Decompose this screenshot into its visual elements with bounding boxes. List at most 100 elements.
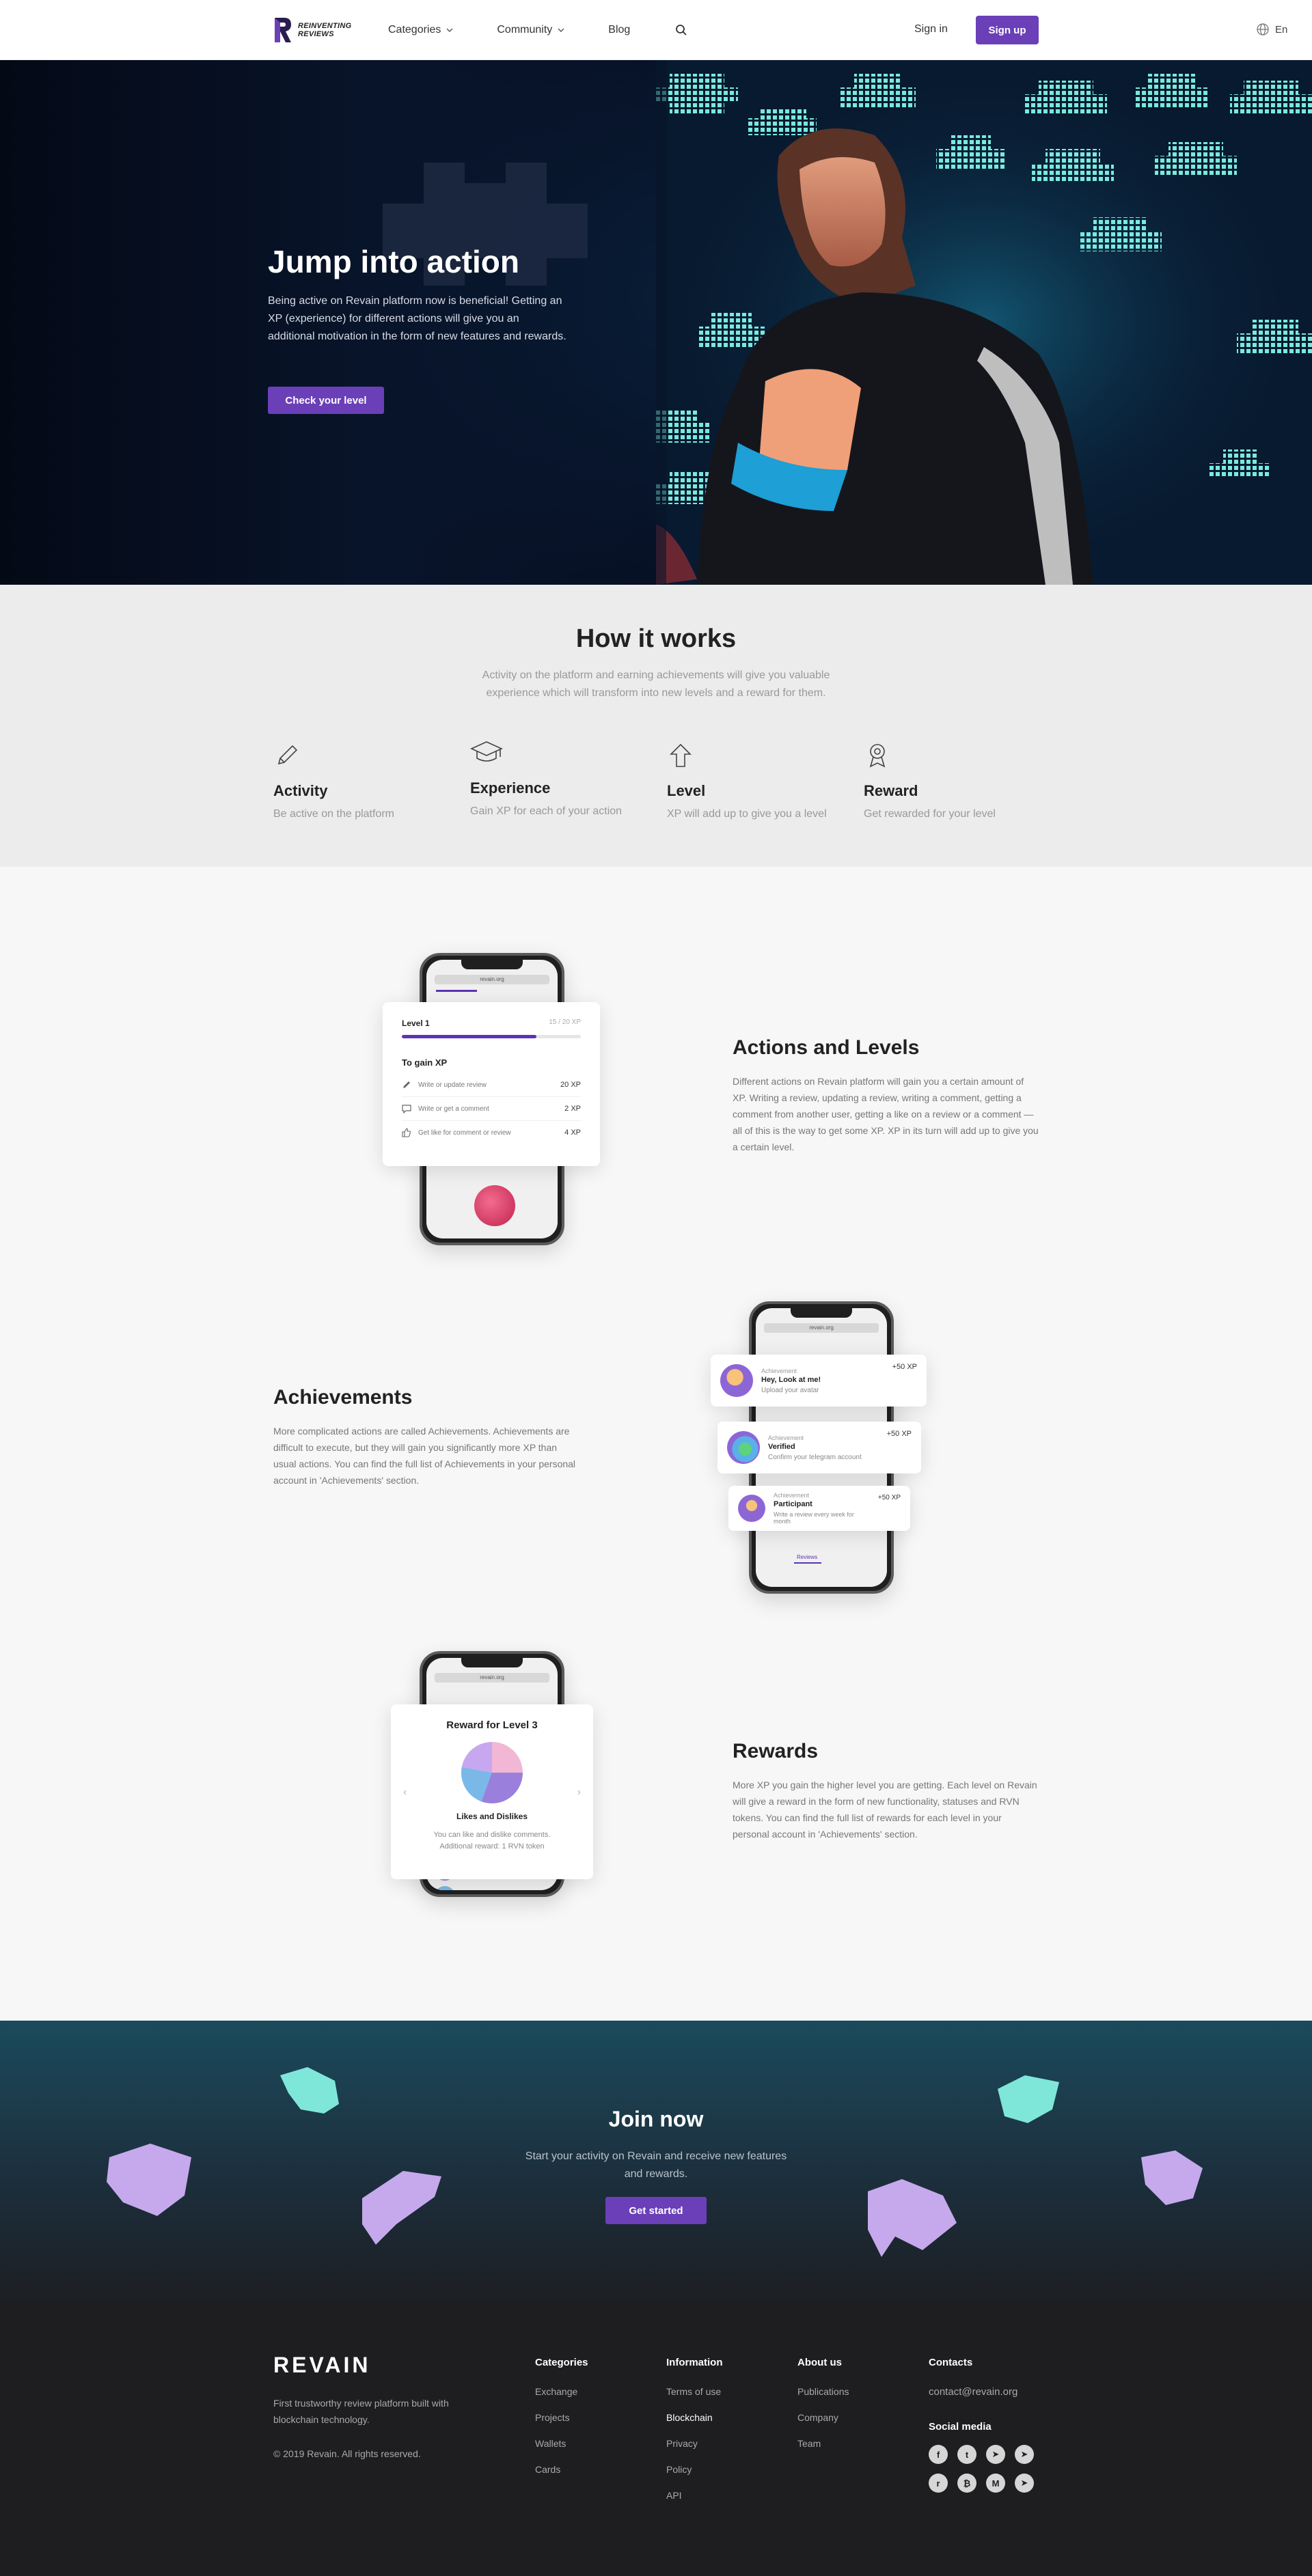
footer-logo[interactable]: REVAIN [273,2353,371,2378]
facebook-icon[interactable]: f [929,2445,948,2464]
achievements-title: Achievements [273,1386,413,1409]
reward-description-line: Additional reward: 1 RVN token [439,1842,545,1851]
footer-tagline: First trustworthy review platform built … [273,2398,449,2425]
gain-xp-title: To gain XP [402,1057,448,1068]
footer-link-api[interactable]: API [666,2490,723,2501]
reward-description: You can like and dislike comments. Addit… [391,1829,593,1853]
xp-row-value: 4 XP [564,1128,581,1137]
how-it-works-title: How it works [575,624,737,653]
thumbs-up-icon [402,1128,411,1137]
level-name: Level 1 [402,1019,430,1028]
reward-badge-icon [461,1742,523,1803]
steps-section: revain.org Level 1 15 / 20 XP To gain XP… [0,867,1312,2021]
footer-column-title: Contacts [929,2357,973,2368]
feature-activity: Activity Be active on the platform [273,742,451,820]
feature-title: Reward [864,782,918,799]
phone-tab-indicator [436,990,477,992]
social-media-title: Social media [929,2421,992,2433]
feature-title: Activity [273,782,328,799]
feature-title: Level [667,782,706,799]
achievement-body: Achievement Hey, Look at me! Upload your… [761,1368,884,1394]
achievement-verified-icon [727,1431,760,1464]
globe-icon [1257,23,1269,36]
join-section: Join now Start your activity on Revain a… [0,2021,1312,2306]
twitter-icon[interactable]: t [957,2445,976,2464]
reward-description-line: You can like and dislike comments. [433,1831,551,1839]
phone-tab-indicator [794,1562,821,1564]
nav-blog-label: Blog [608,24,631,36]
footer-link-wallets[interactable]: Wallets [535,2438,588,2449]
footer-link-exchange[interactable]: Exchange [535,2386,588,2397]
rewards-text: More XP you gain the higher level you ar… [733,1779,1037,1840]
nav-categories[interactable]: Categories [388,24,453,36]
medium-icon[interactable]: M [986,2474,1005,2493]
nav-blog[interactable]: Blog [608,24,630,36]
footer-email-link[interactable]: contact@revain.org [929,2386,1034,2398]
footer-column-contacts: Contacts contact@revain.org Social media… [929,2357,1034,2493]
join-title: Join now [608,2107,704,2131]
actions-text: Different actions on Revain platform wil… [733,1076,1039,1152]
telegram-chat-icon[interactable]: ➤ [1015,2474,1034,2493]
sign-up-button[interactable]: Sign up [976,16,1039,44]
achievement-xp: +50 XP [877,1494,901,1501]
check-level-button[interactable]: Check your level [268,387,384,414]
footer-link-privacy[interactable]: Privacy [666,2438,723,2449]
achievement-title: Hey, Look at me! [761,1375,821,1384]
feature-text: Get rewarded for your level [864,808,996,820]
xp-row-label: Get like for comment or review [418,1128,511,1137]
phone-tab-reviews: Reviews [797,1554,818,1560]
telegram-icon[interactable]: ➤ [986,2445,1005,2464]
site-footer: REVAIN First trustworthy review platform… [0,2306,1312,2576]
revain-logo[interactable]: REINVENTING REVIEWS [273,16,353,44]
telegram-news-icon[interactable]: ➤ [1015,2445,1034,2464]
achievement-kicker: Achievement [774,1492,810,1499]
medal-icon [869,744,886,768]
phone-notch [461,1658,523,1667]
footer-column-title: About us [797,2357,842,2368]
footer-link-publications[interactable]: Publications [797,2386,849,2397]
join-subtitle: Start your activity on Revain and receiv… [525,2150,787,2180]
footer-link-projects[interactable]: Projects [535,2412,588,2423]
footer-link-terms[interactable]: Terms of use [666,2386,723,2397]
footer-link-cards[interactable]: Cards [535,2464,588,2475]
footer-link-blockchain[interactable]: Blockchain [666,2412,723,2423]
achievement-subtitle: Write a review every week for month [774,1511,854,1525]
footer-link-company[interactable]: Company [797,2412,849,2423]
achievement-kicker: Achievement [768,1434,804,1441]
site-header: REINVENTING REVIEWS Categories Community… [0,0,1312,60]
achievement-body: Achievement Participant Write a review e… [774,1492,870,1525]
rewards-title: Rewards [733,1740,819,1762]
achievement-avatar-icon [720,1364,753,1397]
chevron-right-icon[interactable]: › [577,1786,581,1799]
nav-community[interactable]: Community [497,24,564,36]
achievement-body: Achievement Verified Confirm your telegr… [768,1435,879,1461]
pencil-icon [403,1081,410,1088]
social-row: r ₿ M ➤ [929,2474,1034,2493]
language-selector[interactable]: En [1256,23,1287,36]
feature-experience: Experience Gain XP for each of your acti… [470,739,648,818]
phone-notch [791,1308,852,1318]
feature-level: Level XP will add up to give you a level [667,742,845,820]
feature-title: Experience [470,779,551,797]
main-nav: Categories Community Blog [388,0,630,60]
level-row: Level 1 15 / 20 XP [402,1019,581,1028]
level-xp: 15 / 20 XP [549,1019,581,1026]
achievement-participant-icon [738,1495,765,1522]
hero-description: Being active on Revain platform now is b… [268,295,566,342]
xp-row: Write or get a comment 2 XP [402,1097,581,1121]
sign-in-link[interactable]: Sign in [914,23,948,36]
chevron-down-icon [446,28,453,32]
phone-url-bar: revain.org [435,1673,549,1682]
chevron-down-icon [558,28,564,32]
reddit-icon[interactable]: r [929,2474,948,2493]
feature-text: Be active on the platform [273,808,394,820]
achievement-card: Achievement Hey, Look at me! Upload your… [711,1355,927,1407]
footer-link-team[interactable]: Team [797,2438,849,2449]
graduation-cap-icon [470,741,503,762]
bitcointalk-icon[interactable]: ₿ [957,2474,976,2493]
get-started-button[interactable]: Get started [605,2197,707,2224]
footer-link-policy[interactable]: Policy [666,2464,723,2475]
search-icon[interactable] [675,24,687,36]
xp-row-value: 2 XP [564,1105,581,1113]
chevron-left-icon[interactable]: ‹ [403,1786,407,1799]
